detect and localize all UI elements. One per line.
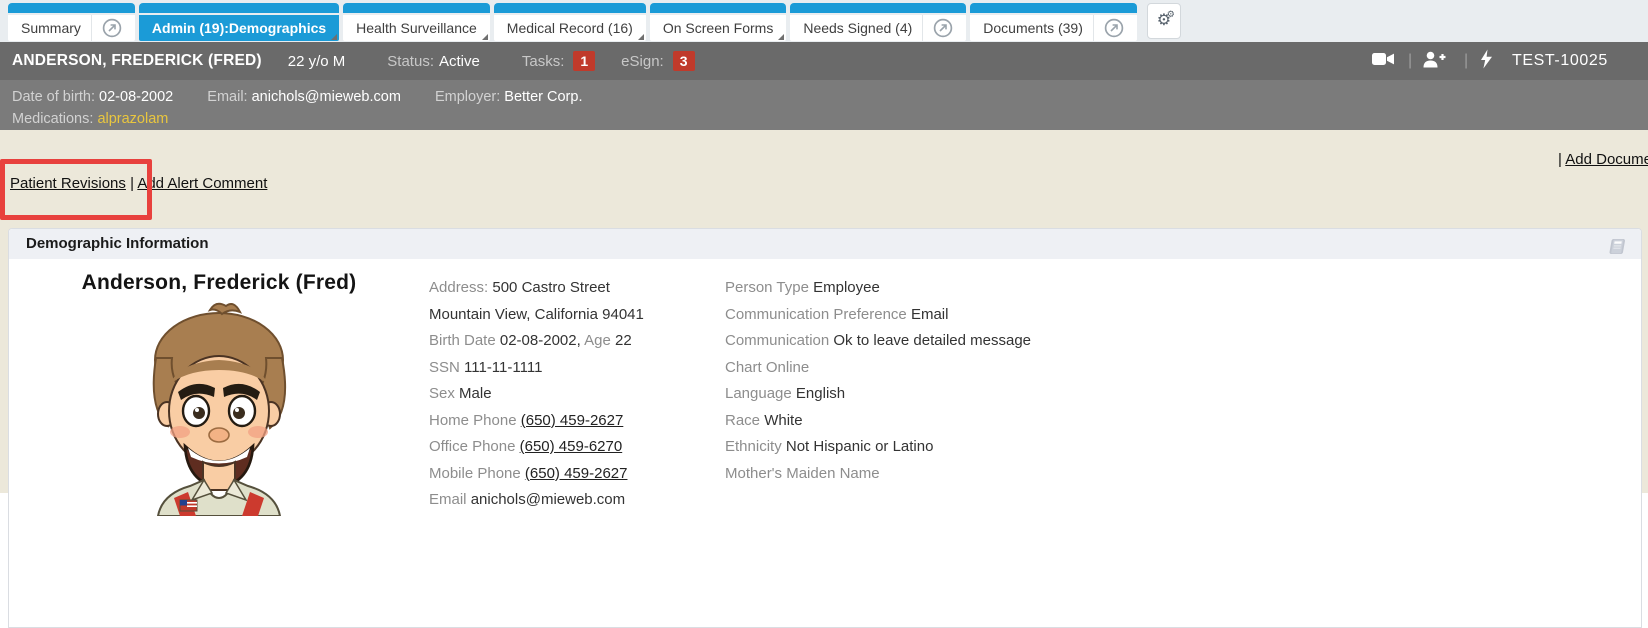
- tab-accent-strip: [139, 3, 339, 13]
- tab-accent-strip: [650, 3, 786, 13]
- tab-accent-strip: [343, 3, 490, 13]
- chart-online-row: Chart Online: [725, 355, 1031, 382]
- mothers-maiden-name-row: Mother's Maiden Name: [725, 461, 1031, 488]
- address-row: Address: 500 Castro Street: [429, 275, 644, 302]
- dropdown-fold-icon[interactable]: [778, 34, 784, 40]
- communication-row: Communication Ok to leave detailed messa…: [725, 328, 1031, 355]
- address-row-line2: Mountain View, California 94041: [429, 302, 644, 329]
- dropdown-fold-icon[interactable]: [482, 34, 488, 40]
- demographics-mid-column: Address: 500 Castro Street Mountain View…: [429, 275, 644, 514]
- tab-bar: Summary Admin (19):Demographics Health S…: [0, 0, 1648, 42]
- tab-needs-signed[interactable]: Needs Signed (4): [790, 3, 966, 41]
- panel-title: Demographic Information: [26, 235, 209, 252]
- language-row: Language English: [725, 381, 1031, 408]
- patient-avatar: [130, 298, 308, 516]
- email-label: Email:: [207, 89, 247, 105]
- info-line-2: Medications: alprazolam: [12, 108, 1636, 130]
- tab-documents-label: Documents (39): [983, 20, 1083, 36]
- demographic-panel: Demographic Information Anderson, Freder…: [8, 228, 1642, 628]
- person-add-icon[interactable]: [1422, 51, 1446, 72]
- medications-value[interactable]: alprazolam: [97, 111, 168, 127]
- dropdown-fold-icon[interactable]: [331, 34, 337, 40]
- add-document-link[interactable]: Add Document: [1565, 151, 1648, 168]
- tab-health-surveillance-label: Health Surveillance: [356, 20, 477, 36]
- patient-age-sex: 22 y/o M: [288, 53, 346, 70]
- person-type-row: Person Type Employee: [725, 275, 1031, 302]
- tab-summary[interactable]: Summary: [8, 3, 135, 41]
- status-label: Status:: [387, 53, 434, 70]
- patient-bar-actions: | | TEST-10025: [1372, 42, 1648, 80]
- book-icon[interactable]: [1606, 236, 1627, 266]
- patient-revisions-link[interactable]: Patient Revisions: [10, 175, 126, 192]
- divider: |: [1464, 52, 1468, 70]
- open-in-new-icon[interactable]: [91, 15, 122, 41]
- sex-row: Sex Male: [429, 381, 644, 408]
- dropdown-fold-icon[interactable]: [638, 34, 644, 40]
- employer-label: Employer:: [435, 89, 500, 105]
- add-alert-comment-link[interactable]: Add Alert Comment: [137, 175, 267, 192]
- status-value: Active: [439, 53, 480, 70]
- office-phone-link[interactable]: (650) 459-6270: [520, 438, 623, 455]
- home-phone-row: Home Phone (650) 459-2627: [429, 408, 644, 435]
- email-row: Email anichols@mieweb.com: [429, 487, 644, 514]
- tasks-count-badge[interactable]: 1: [573, 51, 595, 71]
- patient-info-bar: Date of birth: 02-08-2002 Email: anichol…: [0, 80, 1648, 130]
- demographics-right-column: Person Type Employee Communication Prefe…: [725, 275, 1031, 487]
- tab-accent-strip: [970, 3, 1137, 13]
- tab-medical-record[interactable]: Medical Record (16): [494, 3, 646, 41]
- ethnicity-row: Ethnicity Not Hispanic or Latino: [725, 434, 1031, 461]
- open-in-new-icon[interactable]: [1093, 15, 1124, 41]
- tab-documents[interactable]: Documents (39): [970, 3, 1137, 41]
- tab-summary-label: Summary: [21, 20, 81, 36]
- dob-label: Date of birth:: [12, 89, 95, 105]
- tab-needs-signed-label: Needs Signed (4): [803, 20, 912, 36]
- chart-id: TEST-10025: [1512, 52, 1608, 70]
- ssn-row: SSN 111-11-1111: [429, 355, 644, 382]
- home-phone-link[interactable]: (650) 459-2627: [521, 412, 624, 429]
- esign-label: eSign:: [621, 53, 664, 70]
- patient-name: ANDERSON, FREDERICK (FRED): [12, 52, 262, 70]
- tab-accent-strip: [494, 3, 646, 13]
- patient-identity-column: Anderson, Frederick (Fred): [9, 271, 429, 516]
- tab-medical-record-label: Medical Record (16): [507, 20, 633, 36]
- info-line-1: Date of birth: 02-08-2002 Email: anichol…: [12, 86, 1636, 108]
- tab-admin-label: Admin (19):Demographics: [152, 20, 326, 36]
- patient-header-bar: ANDERSON, FREDERICK (FRED) 22 y/o M Stat…: [0, 42, 1648, 80]
- tasks-label: Tasks:: [522, 53, 565, 70]
- video-camera-icon[interactable]: [1372, 52, 1395, 70]
- add-document-row: | Add Document: [1558, 151, 1648, 168]
- office-phone-row: Office Phone (650) 459-6270: [429, 434, 644, 461]
- tab-accent-strip: [790, 3, 966, 13]
- divider: |: [1408, 52, 1412, 70]
- tab-on-screen-forms[interactable]: On Screen Forms: [650, 3, 786, 41]
- pipe-separator: |: [1558, 151, 1562, 168]
- mobile-phone-link[interactable]: (650) 459-2627: [525, 465, 628, 482]
- communication-preference-row: Communication Preference Email: [725, 302, 1031, 329]
- esign-count-badge[interactable]: 3: [673, 51, 695, 71]
- open-in-new-icon[interactable]: [922, 15, 953, 41]
- tab-on-screen-forms-label: On Screen Forms: [663, 20, 773, 36]
- dob-value: 02-08-2002: [99, 89, 173, 105]
- panel-header: Demographic Information: [9, 229, 1641, 259]
- patient-display-name: Anderson, Frederick (Fred): [9, 271, 429, 295]
- tab-health-surveillance[interactable]: Health Surveillance: [343, 3, 490, 41]
- tab-accent-strip: [8, 3, 135, 13]
- birth-date-row: Birth Date 02-08-2002, Age 22: [429, 328, 644, 355]
- gear-icon: ⚙: [1167, 10, 1175, 19]
- race-row: Race White: [725, 408, 1031, 435]
- settings-button[interactable]: ⚙ ⚙: [1147, 3, 1181, 39]
- tab-admin-demographics[interactable]: Admin (19):Demographics: [139, 3, 339, 41]
- medications-label: Medications:: [12, 111, 93, 127]
- email-value: anichols@mieweb.com: [252, 89, 401, 105]
- patient-action-links: Patient Revisions | Add Alert Comment: [10, 175, 267, 192]
- mobile-phone-row: Mobile Phone (650) 459-2627: [429, 461, 644, 488]
- lightning-icon[interactable]: [1480, 50, 1493, 73]
- employer-value: Better Corp.: [504, 89, 582, 105]
